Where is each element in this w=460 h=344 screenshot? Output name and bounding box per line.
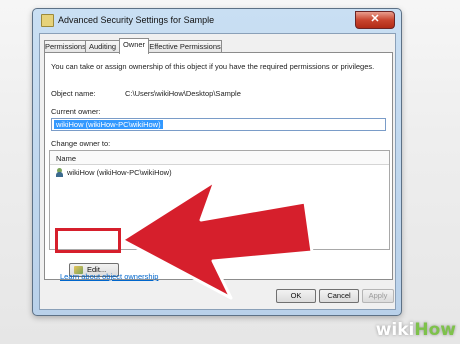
red-arrow-annotation (120, 179, 314, 300)
edit-button-highlight (55, 228, 121, 253)
wikihow-watermark: wikiHow (376, 320, 456, 340)
arrow-shape (120, 179, 314, 300)
watermark-wiki: wiki (375, 320, 415, 340)
tab-owner[interactable]: Owner (119, 38, 149, 54)
watermark-how: How (414, 320, 456, 340)
